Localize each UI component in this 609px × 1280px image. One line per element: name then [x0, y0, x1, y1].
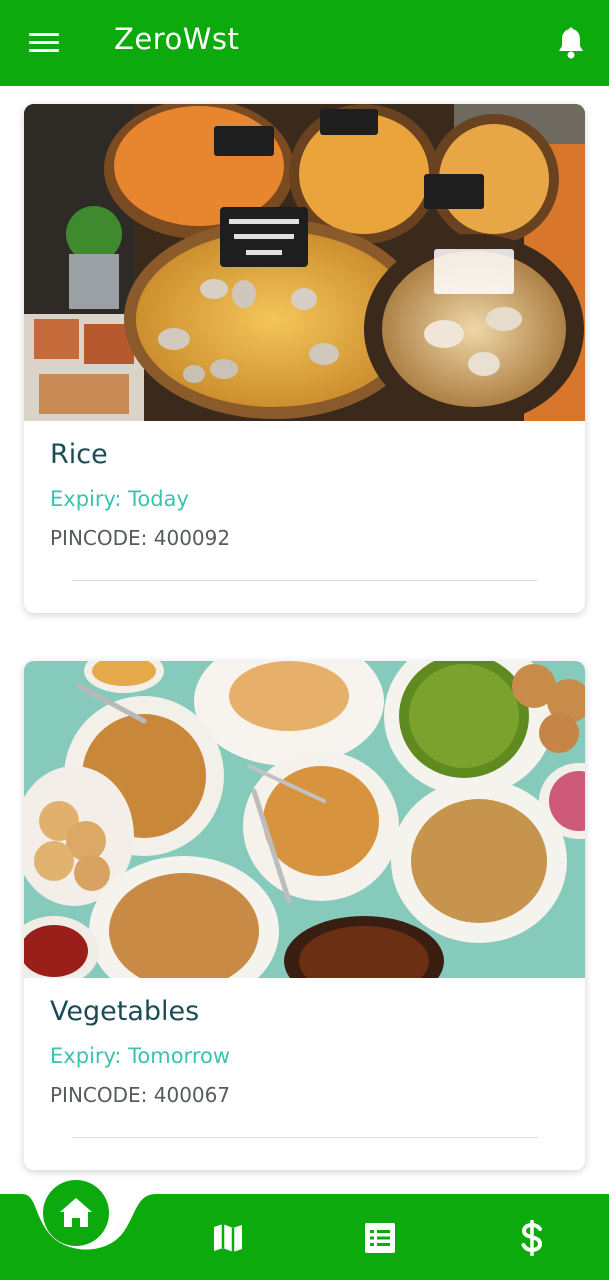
- home-icon: [60, 1198, 92, 1227]
- food-image: [24, 661, 585, 978]
- hamburger-menu-icon[interactable]: [26, 26, 62, 60]
- listing-pincode: PINCODE: 400067: [50, 1083, 231, 1107]
- divider: [72, 1137, 538, 1138]
- listing-expiry: Expiry: Tomorrow: [50, 1044, 231, 1068]
- divider: [72, 580, 538, 581]
- listing-title: Rice: [50, 439, 108, 470]
- home-button[interactable]: [43, 1180, 109, 1246]
- list-icon[interactable]: [363, 1221, 397, 1255]
- app-title: ZeroWst: [114, 22, 240, 56]
- listing-title: Vegetables: [50, 996, 200, 1027]
- food-image: [24, 104, 585, 421]
- app-bar: ZeroWst: [0, 0, 609, 86]
- listing-card[interactable]: Rice Expiry: Today PINCODE: 400092: [24, 104, 585, 613]
- bell-icon[interactable]: [552, 24, 590, 62]
- listing-pincode: PINCODE: 400092: [50, 526, 231, 550]
- listing-card[interactable]: Vegetables Expiry: Tomorrow PINCODE: 400…: [24, 661, 585, 1170]
- dollar-icon[interactable]: [517, 1219, 547, 1257]
- map-icon[interactable]: [211, 1221, 245, 1255]
- listing-expiry: Expiry: Today: [50, 487, 189, 511]
